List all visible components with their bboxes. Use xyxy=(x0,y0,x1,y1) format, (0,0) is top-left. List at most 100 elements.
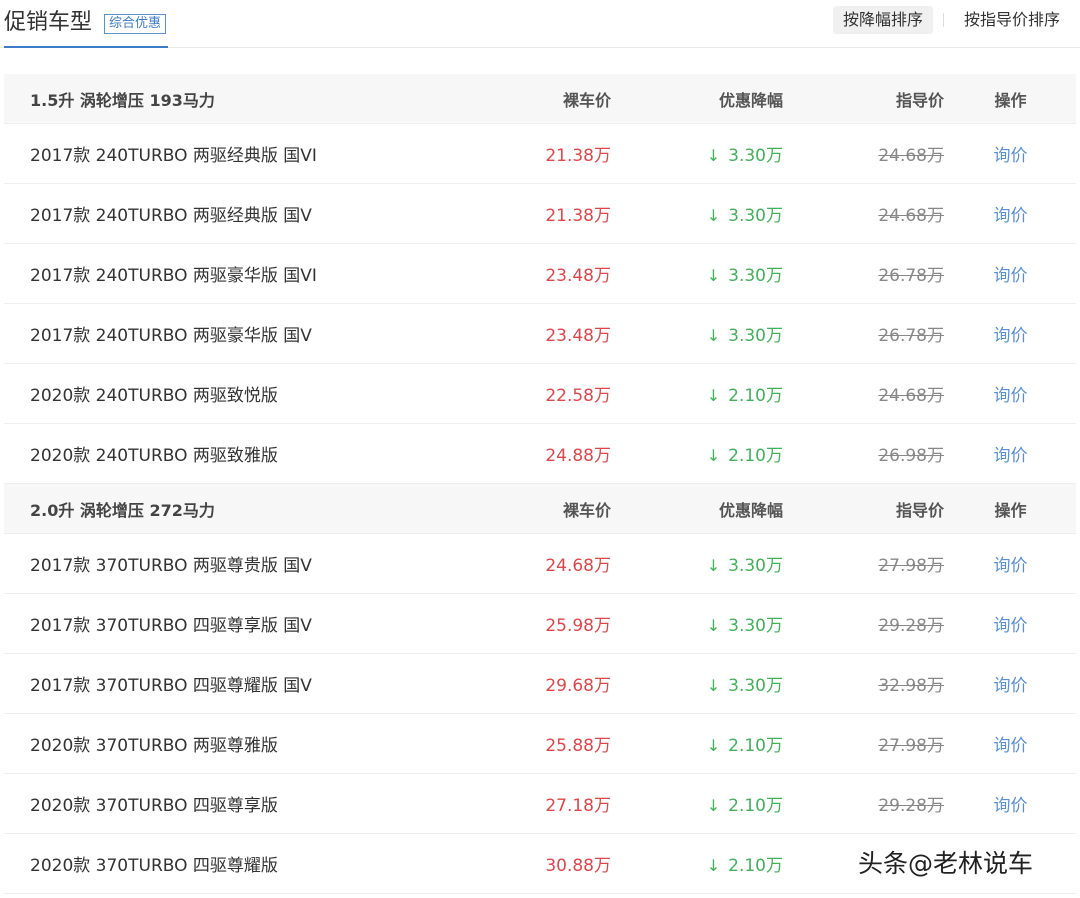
inquire-price-link[interactable]: 询价 xyxy=(944,321,1049,346)
inquire-price-link[interactable]: 询价 xyxy=(944,611,1049,636)
bare-car-price: 21.38万 xyxy=(545,206,611,226)
discount-amount: 2.10万 xyxy=(728,856,783,876)
group-title: 1.5升 涡轮增压 193马力 xyxy=(30,90,215,110)
down-arrow-icon: ↓ xyxy=(706,616,721,635)
table-row: 2017款 240TURBO 两驱豪华版 国VI 23.48万 ↓ 3.30万 26.7… xyxy=(4,244,1076,304)
watermark: 头条@老林说车 xyxy=(858,849,1034,878)
divider xyxy=(942,13,944,27)
discount-cell: ↓ 3.30万 xyxy=(611,201,783,226)
down-arrow-icon: ↓ xyxy=(706,446,721,465)
column-header-price: 裸车价 xyxy=(562,90,611,110)
table-row: 2020款 370TURBO 两驱尊雅版 25.88万 ↓ 2.10万 27.98万 询价 xyxy=(4,714,1076,774)
group-header: 1.5升 涡轮增压 193马力 裸车价 优惠降幅 指导价 操作 xyxy=(4,74,1076,124)
model-name: 2017款 240TURBO 两驱经典版 国VI xyxy=(30,146,317,166)
guide-price: 32.98万 xyxy=(878,676,944,696)
discount-amount: 3.30万 xyxy=(728,146,783,166)
table-row: 2017款 370TURBO 四驱尊耀版 国V 29.68万 ↓ 3.30万 32.98… xyxy=(4,654,1076,714)
column-header-guide-price: 指导价 xyxy=(895,90,944,110)
inquire-price-link[interactable]: 询价 xyxy=(944,551,1049,576)
discount-amount: 3.30万 xyxy=(728,616,783,636)
model-name: 2020款 370TURBO 四驱尊耀版 xyxy=(30,856,278,876)
guide-price: 29.28万 xyxy=(878,616,944,636)
bare-car-price: 22.58万 xyxy=(545,386,611,406)
inquire-price-link[interactable]: 询价 xyxy=(944,441,1049,466)
inquire-price-link[interactable]: 询价 xyxy=(944,381,1049,406)
table-row: 2017款 240TURBO 两驱经典版 国V 21.38万 ↓ 3.30万 24.68… xyxy=(4,184,1076,244)
model-name: 2020款 370TURBO 四驱尊享版 xyxy=(30,796,278,816)
group-title: 2.0升 涡轮增压 272马力 xyxy=(30,500,215,520)
discount-cell: ↓ 3.30万 xyxy=(611,321,783,346)
bare-car-price: 21.38万 xyxy=(545,146,611,166)
discount-cell: ↓ 3.30万 xyxy=(611,551,783,576)
discount-cell: ↓ 2.10万 xyxy=(611,851,783,876)
table-row: 2017款 240TURBO 两驱经典版 国VI 21.38万 ↓ 3.30万 24.6… xyxy=(4,124,1076,184)
inquire-price-link[interactable]: 询价 xyxy=(944,791,1049,816)
discount-amount: 2.10万 xyxy=(728,446,783,466)
discount-cell: ↓ 2.10万 xyxy=(611,441,783,466)
down-arrow-icon: ↓ xyxy=(706,736,721,755)
down-arrow-icon: ↓ xyxy=(706,856,721,875)
inquire-price-link[interactable]: 询价 xyxy=(944,671,1049,696)
down-arrow-icon: ↓ xyxy=(706,326,721,345)
discount-cell: ↓ 2.10万 xyxy=(611,731,783,756)
discount-amount: 3.30万 xyxy=(728,266,783,286)
sort-options: 按降幅排序 按指导价排序 xyxy=(832,6,1070,34)
model-name: 2020款 240TURBO 两驱致悦版 xyxy=(30,386,278,406)
model-name: 2020款 370TURBO 两驱尊雅版 xyxy=(30,736,278,756)
discount-amount: 3.30万 xyxy=(728,206,783,226)
discount-amount: 2.10万 xyxy=(728,736,783,756)
table-row: 2017款 240TURBO 两驱豪华版 国V 23.48万 ↓ 3.30万 26.78… xyxy=(4,304,1076,364)
column-header-discount: 优惠降幅 xyxy=(718,500,783,520)
down-arrow-icon: ↓ xyxy=(706,266,721,285)
promo-models-table: 1.5升 涡轮增压 193马力 裸车价 优惠降幅 指导价 操作 2017款 240TURB… xyxy=(4,74,1076,894)
model-name: 2017款 240TURBO 两驱豪华版 国VI xyxy=(30,266,317,286)
table-row: 2020款 240TURBO 两驱致雅版 24.88万 ↓ 2.10万 26.98万 询价 xyxy=(4,424,1076,484)
model-name: 2020款 240TURBO 两驱致雅版 xyxy=(30,446,278,466)
down-arrow-icon: ↓ xyxy=(706,206,721,225)
bare-car-price: 30.88万 xyxy=(545,856,611,876)
model-name: 2017款 370TURBO 四驱尊耀版 国V xyxy=(30,676,312,696)
guide-price: 27.98万 xyxy=(878,556,944,576)
down-arrow-icon: ↓ xyxy=(706,386,721,405)
tab-promo-models[interactable]: 促销车型 综合优惠 xyxy=(4,0,169,48)
discount-amount: 3.30万 xyxy=(728,556,783,576)
discount-amount: 3.30万 xyxy=(728,676,783,696)
inquire-price-link[interactable]: 询价 xyxy=(944,261,1049,286)
column-header-action: 操作 xyxy=(994,500,1027,520)
promo-header: 促销车型 综合优惠 按降幅排序 按指导价排序 xyxy=(0,0,1080,48)
overall-discount-badge[interactable]: 综合优惠 xyxy=(104,14,167,34)
inquire-price-link[interactable]: 询价 xyxy=(944,731,1049,756)
group-header: 2.0升 涡轮增压 272马力 裸车价 优惠降幅 指导价 操作 xyxy=(4,484,1076,534)
guide-price: 27.98万 xyxy=(878,736,944,756)
bare-car-price: 23.48万 xyxy=(545,266,611,286)
down-arrow-icon: ↓ xyxy=(706,676,721,695)
column-header-guide-price: 指导价 xyxy=(895,500,944,520)
guide-price: 26.98万 xyxy=(878,446,944,466)
guide-price: 26.78万 xyxy=(878,326,944,346)
column-header-action: 操作 xyxy=(994,90,1027,110)
table-row: 2017款 370TURBO 四驱尊享版 国V 25.98万 ↓ 3.30万 29.28… xyxy=(4,594,1076,654)
discount-cell: ↓ 2.10万 xyxy=(611,791,783,816)
bare-car-price: 25.88万 xyxy=(545,736,611,756)
sort-by-discount-button[interactable]: 按降幅排序 xyxy=(832,6,933,34)
discount-cell: ↓ 3.30万 xyxy=(611,261,783,286)
guide-price: 24.68万 xyxy=(878,386,944,406)
discount-cell: ↓ 3.30万 xyxy=(611,671,783,696)
sort-by-guide-price-button[interactable]: 按指导价排序 xyxy=(954,6,1070,34)
table-row: 2017款 370TURBO 两驱尊贵版 国V 24.68万 ↓ 3.30万 27.98… xyxy=(4,534,1076,594)
discount-amount: 2.10万 xyxy=(728,386,783,406)
inquire-price-link[interactable]: 询价 xyxy=(944,141,1049,166)
bare-car-price: 25.98万 xyxy=(545,616,611,636)
page-title: 促销车型 xyxy=(4,10,93,35)
discount-cell: ↓ 2.10万 xyxy=(611,381,783,406)
guide-price: 24.68万 xyxy=(878,206,944,226)
bare-car-price: 27.18万 xyxy=(545,796,611,816)
bare-car-price: 24.88万 xyxy=(545,446,611,466)
down-arrow-icon: ↓ xyxy=(706,796,721,815)
discount-cell: ↓ 3.30万 xyxy=(611,611,783,636)
guide-price: 26.78万 xyxy=(878,266,944,286)
table-row: 2020款 370TURBO 四驱尊享版 27.18万 ↓ 2.10万 29.28万 询价 xyxy=(4,774,1076,834)
bare-car-price: 24.68万 xyxy=(545,556,611,576)
inquire-price-link[interactable]: 询价 xyxy=(944,201,1049,226)
bare-car-price: 23.48万 xyxy=(545,326,611,346)
